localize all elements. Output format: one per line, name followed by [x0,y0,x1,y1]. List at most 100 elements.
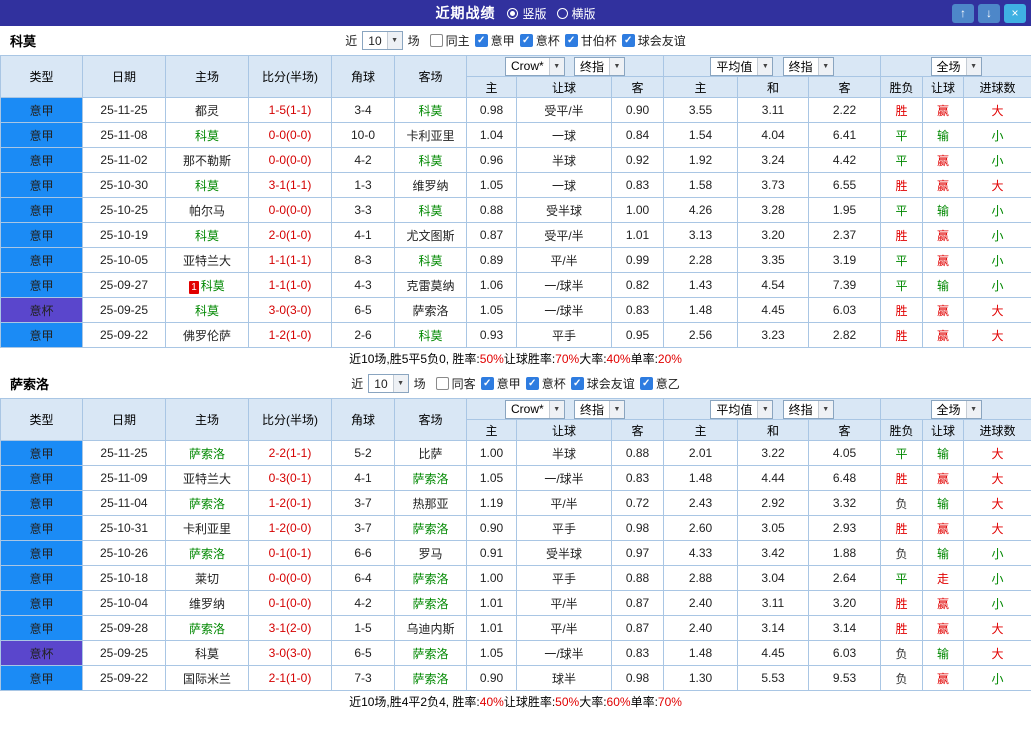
filter-option[interactable]: 同主 [429,32,470,49]
summary-line: 近10场,胜5平5负0, 胜率: 50% 让球胜率: 70% 大率: 40% 单率: 2… [0,348,1031,369]
radio-icon[interactable] [556,7,568,19]
asian-final-select[interactable]: 终指 [574,399,626,419]
result-cell: 负 [880,665,924,691]
euro-draw-odds-cell: 5.53 [737,665,809,691]
odds-company-select[interactable]: Crow* [504,399,565,419]
view-mode-radio[interactable]: 竖版 [507,5,547,22]
league-cell: 意杯 [0,297,83,323]
away-team-cell: 维罗纳 [394,172,467,198]
corner-cell: 4-2 [331,590,395,616]
filter-option[interactable]: 甘伯杯 [564,32,617,49]
asian-away-odds-cell: 0.83 [611,297,664,323]
close-button[interactable]: × [1004,3,1026,23]
league-cell: 意甲 [0,465,83,491]
home-team-name: 科莫 [194,128,219,143]
score-cell: 3-0(3-0) [248,297,332,323]
goals-cell: 小 [963,590,1031,616]
euro-average-select[interactable]: 平均值 [710,399,774,419]
match-row: 意甲 25-10-26 萨索洛 0-1(0-1) 6-6 罗马 0.91 受半球 0.97 4.3… [0,540,1031,566]
filter-option[interactable]: 意甲 [474,32,515,49]
date-cell: 25-09-25 [82,297,166,323]
col-date: 日期 [82,398,166,441]
filter-option[interactable]: 意杯 [519,32,560,49]
away-team-cell: 科莫 [394,197,467,223]
home-team-name: 佛罗伦萨 [182,328,231,343]
recent-results-window: 近期战绩 竖版横版 ↑ ↓ × 科莫 近 10 场 同主意甲意杯甘伯杯球会友谊 [0,0,1031,731]
filter-option[interactable]: 球会友谊 [621,32,686,49]
handicap-result-cell: 赢 [922,97,965,123]
asian-final-select[interactable]: 终指 [574,56,626,76]
filter-option[interactable]: 意甲 [480,375,521,392]
recent-count-select[interactable]: 10 [362,31,403,50]
view-mode-radio[interactable]: 横版 [556,5,596,22]
euro-away-odds-cell: 6.03 [807,297,882,323]
home-team-name: 科莫 [194,178,219,193]
euro-home-odds-cell: 1.48 [663,297,738,323]
radio-icon[interactable] [507,7,519,19]
scope-select[interactable]: 全场 [930,399,982,419]
euro-final-select[interactable]: 终指 [782,399,834,419]
result-cell: 平 [880,440,924,466]
summary-text: 70% [657,694,682,709]
euro-average-select[interactable]: 平均值 [710,56,774,76]
col-asian-handicap: 让球 [516,76,612,98]
filter-option[interactable]: 球会友谊 [570,375,635,392]
scope-select[interactable]: 全场 [930,56,982,76]
home-team-cell: 萨索洛 [165,490,249,516]
score-cell: 1-5(1-1) [248,97,332,123]
score-cell: 1-2(0-1) [248,490,332,516]
checkbox-icon[interactable] [525,377,539,390]
filter-option[interactable]: 意乙 [639,375,680,392]
result-cell: 负 [880,640,924,666]
asian-home-odds-cell: 1.05 [466,640,517,666]
goals-cell: 大 [963,515,1031,541]
checkbox-icon[interactable] [474,34,488,47]
home-team-cell: 都灵 [165,97,249,123]
away-team-name: 萨索洛 [412,303,449,318]
score-cell: 3-0(3-0) [248,640,332,666]
goals-cell: 大 [963,322,1031,348]
summary-text: 单率: [630,352,658,366]
checkbox-icon[interactable] [564,34,578,47]
checkbox-icon[interactable] [480,377,494,390]
checkbox-icon[interactable] [429,34,443,47]
away-team-name: 萨索洛 [412,571,449,586]
chevron-down-icon [392,375,408,392]
checkbox-icon[interactable] [639,377,653,390]
date-cell: 25-11-02 [82,147,166,173]
filter-option[interactable]: 意杯 [525,375,566,392]
summary-text: 50% [555,694,580,709]
match-row: 意甲 25-10-04 维罗纳 0-1(0-0) 4-2 萨索洛 1.01 平/半 0.87 2.… [0,590,1031,616]
col-score: 比分(半场) [248,55,332,98]
result-cell: 平 [880,122,924,148]
match-row: 意甲 25-11-25 都灵 1-5(1-1) 3-4 科莫 0.98 受平/半 0.90 3.5… [0,97,1031,123]
home-team-name: 那不勒斯 [182,153,231,168]
move-up-button[interactable]: ↑ [952,3,974,23]
home-team-name: 科莫 [194,303,219,318]
checkbox-icon[interactable] [570,377,584,390]
move-down-button[interactable]: ↓ [978,3,1000,23]
summary-text: 单率: [630,695,658,709]
handicap-result-cell: 走 [922,565,965,591]
league-cell: 意甲 [0,590,83,616]
match-row: 意甲 25-10-25 帕尔马 0-0(0-0) 3-3 科莫 0.88 受半球 1.00 4.2… [0,197,1031,223]
filter-option[interactable]: 同客 [435,375,476,392]
result-cell: 胜 [880,515,924,541]
league-cell: 意甲 [0,515,83,541]
corner-cell: 4-1 [331,222,395,248]
date-cell: 25-11-25 [82,440,166,466]
checkbox-icon[interactable] [519,34,533,47]
match-row: 意甲 25-09-22 国际米兰 2-1(1-0) 7-3 萨索洛 0.90 球半 0.98 1.… [0,665,1031,691]
goals-cell: 大 [963,490,1031,516]
titlebar-buttons: ↑ ↓ × [952,3,1031,23]
asian-handicap-cell: 一球 [516,172,612,198]
score-cell: 2-2(1-1) [248,440,332,466]
checkbox-icon[interactable] [621,34,635,47]
recent-count-select[interactable]: 10 [368,374,409,393]
asian-home-odds-cell: 0.93 [466,322,517,348]
checkbox-icon[interactable] [435,377,449,390]
euro-final-select[interactable]: 终指 [782,56,834,76]
away-team-cell: 萨索洛 [394,565,467,591]
euro-draw-odds-cell: 2.92 [737,490,809,516]
odds-company-select[interactable]: Crow* [504,56,565,76]
